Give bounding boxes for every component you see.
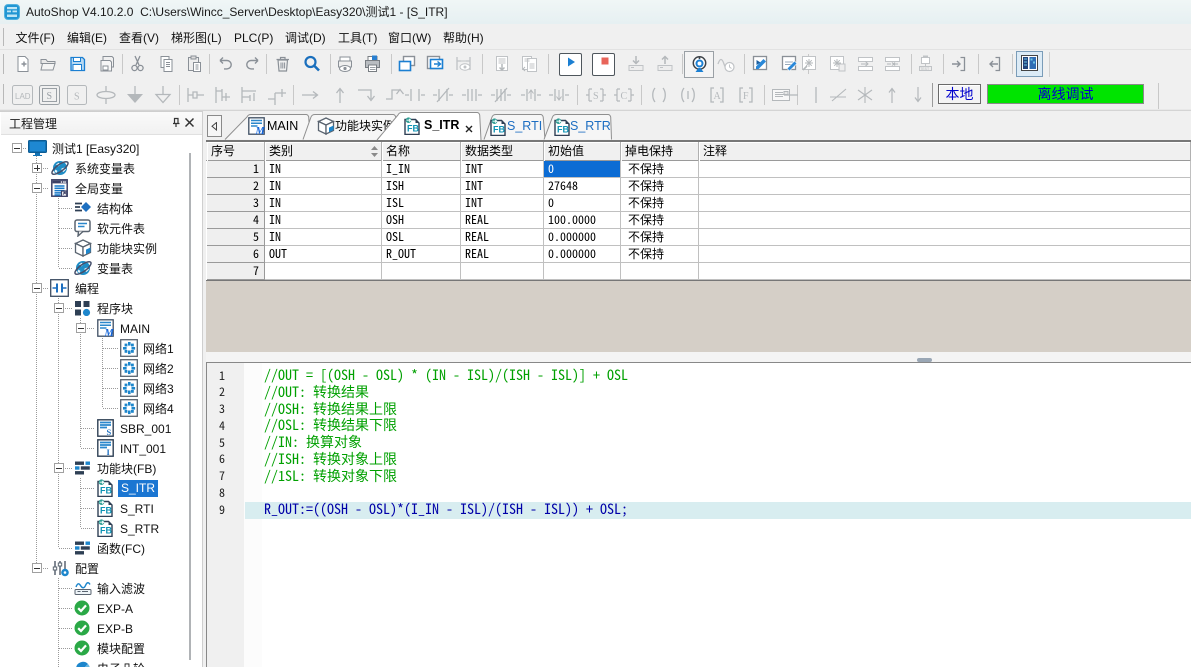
svg-text:A: A bbox=[714, 91, 722, 102]
svg-text:F: F bbox=[743, 91, 749, 102]
svg-text:S: S bbox=[107, 427, 112, 437]
svg-text:LAD: LAD bbox=[15, 92, 31, 101]
svg-text:TEST: TEST bbox=[920, 67, 930, 71]
svg-text:M: M bbox=[255, 126, 266, 135]
svg-text:FB: FB bbox=[100, 506, 112, 516]
svg-text:FB: FB bbox=[407, 124, 419, 134]
svg-text:S: S bbox=[593, 91, 599, 102]
svg-text:FB: FB bbox=[100, 526, 112, 536]
svg-text:M: M bbox=[104, 328, 115, 337]
svg-text:FB: FB bbox=[493, 125, 505, 135]
svg-text:S: S bbox=[47, 91, 53, 102]
svg-text:S: S bbox=[74, 92, 80, 103]
svg-text:FB: FB bbox=[100, 486, 112, 496]
svg-text:C: C bbox=[621, 91, 628, 102]
svg-text:FB: FB bbox=[557, 125, 569, 135]
